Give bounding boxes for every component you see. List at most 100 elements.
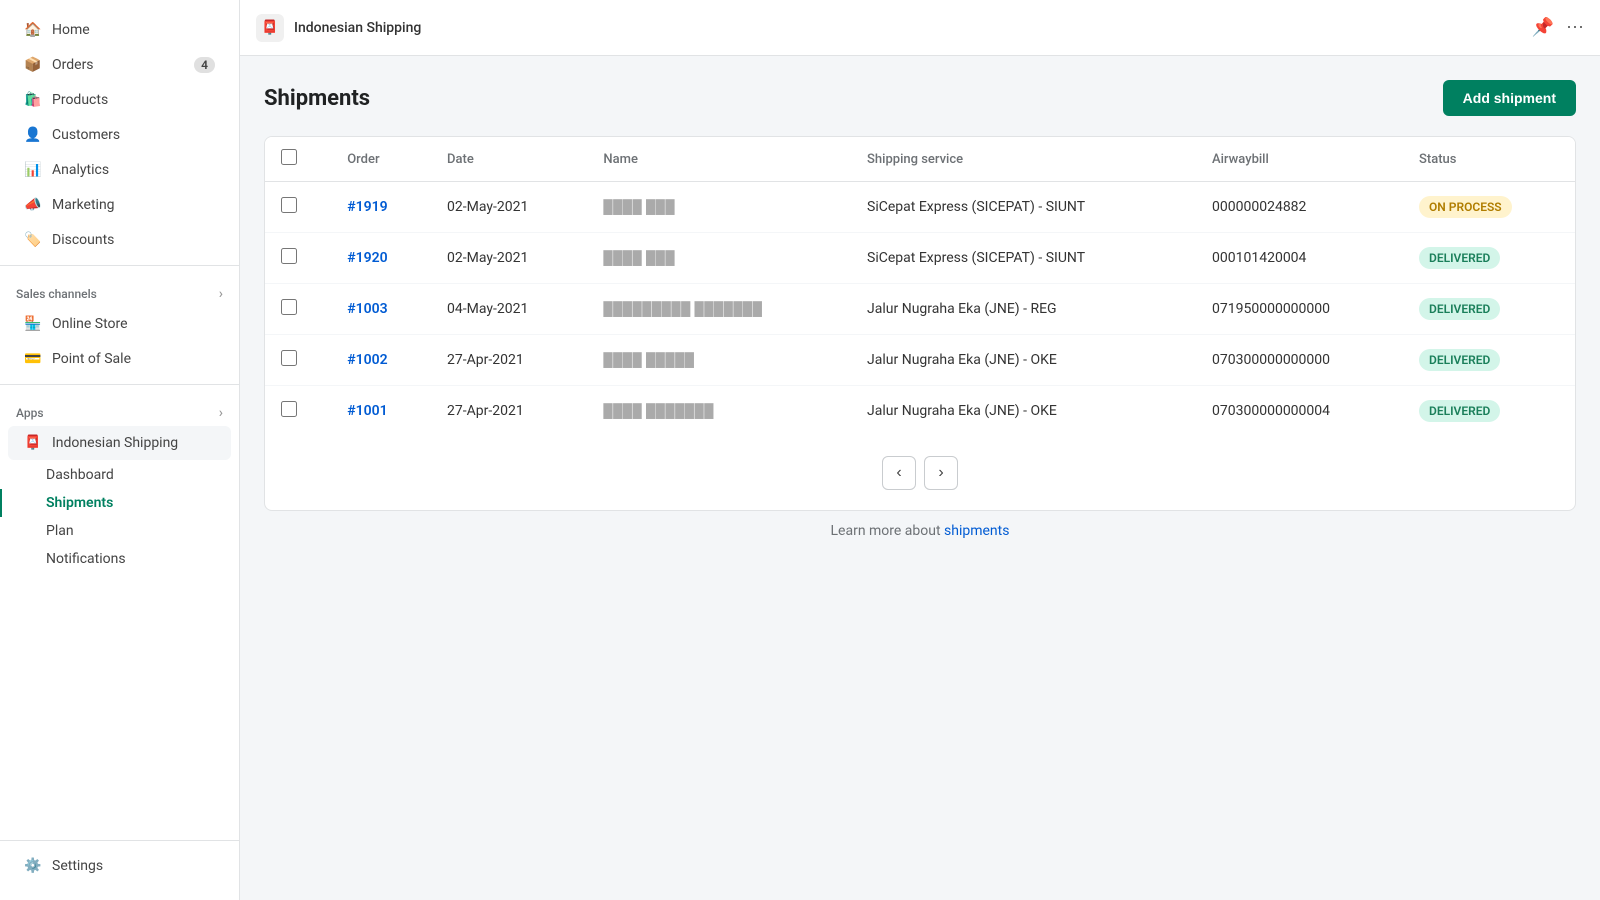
sidebar-item-customers[interactable]: 👤 Customers: [8, 118, 231, 152]
row-shipping-3: Jalur Nugraha Eka (JNE) - OKE: [851, 335, 1196, 386]
sidebar-nav: 🏠 Home 📦 Orders 4 🛍️ Products 👤 Customer…: [0, 0, 239, 585]
online-store-icon: 🏪: [24, 315, 42, 333]
status-badge-1: DELIVERED: [1419, 247, 1500, 269]
page-title: Shipments: [264, 86, 370, 111]
sidebar-item-online-store-label: Online Store: [52, 316, 128, 332]
sidebar-item-settings-label: Settings: [52, 858, 103, 874]
marketing-icon: 📣: [24, 196, 42, 214]
row-name-2: █████████ ███████: [587, 284, 851, 335]
order-link-1[interactable]: #1920: [347, 250, 387, 266]
sales-channels-label: Sales channels: [16, 287, 97, 301]
sidebar-divider-2: [0, 384, 239, 385]
row-checkbox-4: [265, 386, 331, 437]
row-order-1: #1920: [331, 233, 431, 284]
order-link-3[interactable]: #1002: [347, 352, 387, 368]
shipments-card: Order Date Name Shipping service Airwayb…: [264, 136, 1576, 511]
sidebar-item-discounts-label: Discounts: [52, 232, 114, 248]
sidebar-item-orders-label: Orders: [52, 57, 94, 73]
order-link-4[interactable]: #1001: [347, 403, 387, 419]
table-body: #1919 02-May-2021 ████ ███ SiCepat Expre…: [265, 182, 1575, 437]
analytics-icon: 📊: [24, 161, 42, 179]
row-order-2: #1003: [331, 284, 431, 335]
sidebar-divider-3: [0, 840, 239, 841]
row-status-2: DELIVERED: [1403, 284, 1575, 335]
row-order-3: #1002: [331, 335, 431, 386]
order-link-2[interactable]: #1003: [347, 301, 387, 317]
learn-more-text: Learn more about: [831, 523, 945, 539]
table-row: #1920 02-May-2021 ████ ███ SiCepat Expre…: [265, 233, 1575, 284]
sidebar-item-indonesian-shipping[interactable]: 📮 Indonesian Shipping: [8, 426, 231, 460]
sidebar-subitem-shipments-label: Shipments: [46, 495, 113, 511]
next-page-button[interactable]: ›: [924, 456, 958, 490]
sidebar-item-point-of-sale-label: Point of Sale: [52, 351, 131, 367]
col-shipping-service: Shipping service: [851, 137, 1196, 182]
table-row: #1003 04-May-2021 █████████ ███████ Jalu…: [265, 284, 1575, 335]
table-row: #1919 02-May-2021 ████ ███ SiCepat Expre…: [265, 182, 1575, 233]
sidebar-subitem-notifications[interactable]: Notifications: [0, 545, 239, 573]
apps-section[interactable]: Apps ›: [0, 393, 239, 425]
app-logo: 📮: [256, 14, 284, 42]
learn-more: Learn more about shipments: [264, 511, 1576, 551]
row-status-4: DELIVERED: [1403, 386, 1575, 437]
sidebar-item-analytics-label: Analytics: [52, 162, 109, 178]
row-select-0[interactable]: [281, 197, 297, 213]
sidebar-item-settings[interactable]: ⚙️ Settings: [8, 849, 231, 883]
row-select-3[interactable]: [281, 350, 297, 366]
row-name-1: ████ ███: [587, 233, 851, 284]
row-status-1: DELIVERED: [1403, 233, 1575, 284]
sidebar-item-orders[interactable]: 📦 Orders 4: [8, 48, 231, 82]
main-content: 📮 Indonesian Shipping 📌 ⋯ Shipments Add …: [240, 0, 1600, 900]
sidebar-item-point-of-sale[interactable]: 💳 Point of Sale: [8, 342, 231, 376]
row-airwaybill-4: 070300000000004: [1196, 386, 1403, 437]
col-date: Date: [431, 137, 587, 182]
pagination: ‹ ›: [265, 436, 1575, 510]
row-name-3: ████ █████: [587, 335, 851, 386]
sidebar-bottom: ⚙️ Settings: [0, 832, 239, 900]
sidebar-subitem-shipments[interactable]: Shipments: [0, 489, 239, 517]
table-header: Order Date Name Shipping service Airwayb…: [265, 137, 1575, 182]
shipments-link[interactable]: shipments: [944, 523, 1009, 539]
page-content: Shipments Add shipment Order Date Name S…: [240, 56, 1600, 900]
row-shipping-1: SiCepat Express (SICEPAT) - SIUNT: [851, 233, 1196, 284]
add-shipment-button[interactable]: Add shipment: [1443, 80, 1576, 116]
sidebar-divider-1: [0, 265, 239, 266]
prev-page-button[interactable]: ‹: [882, 456, 916, 490]
row-airwaybill-0: 000000024882: [1196, 182, 1403, 233]
sidebar-subitem-dashboard[interactable]: Dashboard: [0, 461, 239, 489]
customer-name-2: █████████ ███████: [603, 302, 762, 317]
sales-channels-section[interactable]: Sales channels ›: [0, 274, 239, 306]
row-order-4: #1001: [331, 386, 431, 437]
row-select-1[interactable]: [281, 248, 297, 264]
sidebar-subitem-plan-label: Plan: [46, 523, 74, 539]
row-shipping-4: Jalur Nugraha Eka (JNE) - OKE: [851, 386, 1196, 437]
select-all-checkbox[interactable]: [281, 149, 297, 165]
pin-icon[interactable]: 📌: [1532, 17, 1554, 38]
sidebar-item-marketing[interactable]: 📣 Marketing: [8, 188, 231, 222]
discounts-icon: 🏷️: [24, 231, 42, 249]
apps-chevron: ›: [219, 405, 223, 421]
row-shipping-2: Jalur Nugraha Eka (JNE) - REG: [851, 284, 1196, 335]
sidebar-item-online-store[interactable]: 🏪 Online Store: [8, 307, 231, 341]
row-checkbox-0: [265, 182, 331, 233]
row-date-4: 27-Apr-2021: [431, 386, 587, 437]
row-select-4[interactable]: [281, 401, 297, 417]
topbar-actions: 📌 ⋯: [1532, 17, 1584, 38]
col-order: Order: [331, 137, 431, 182]
page-header: Shipments Add shipment: [264, 80, 1576, 116]
sidebar-item-home[interactable]: 🏠 Home: [8, 13, 231, 47]
row-order-0: #1919: [331, 182, 431, 233]
order-link-0[interactable]: #1919: [347, 199, 387, 215]
status-badge-2: DELIVERED: [1419, 298, 1500, 320]
home-icon: 🏠: [24, 21, 42, 39]
sidebar-item-discounts[interactable]: 🏷️ Discounts: [8, 223, 231, 257]
sidebar-item-marketing-label: Marketing: [52, 197, 115, 213]
more-options-icon[interactable]: ⋯: [1566, 17, 1584, 38]
sidebar-item-analytics[interactable]: 📊 Analytics: [8, 153, 231, 187]
sidebar-item-products[interactable]: 🛍️ Products: [8, 83, 231, 117]
sidebar-subitem-dashboard-label: Dashboard: [46, 467, 114, 483]
sidebar-item-home-label: Home: [52, 22, 90, 38]
status-badge-3: DELIVERED: [1419, 349, 1500, 371]
sidebar-subitem-plan[interactable]: Plan: [0, 517, 239, 545]
orders-icon: 📦: [24, 56, 42, 74]
row-select-2[interactable]: [281, 299, 297, 315]
